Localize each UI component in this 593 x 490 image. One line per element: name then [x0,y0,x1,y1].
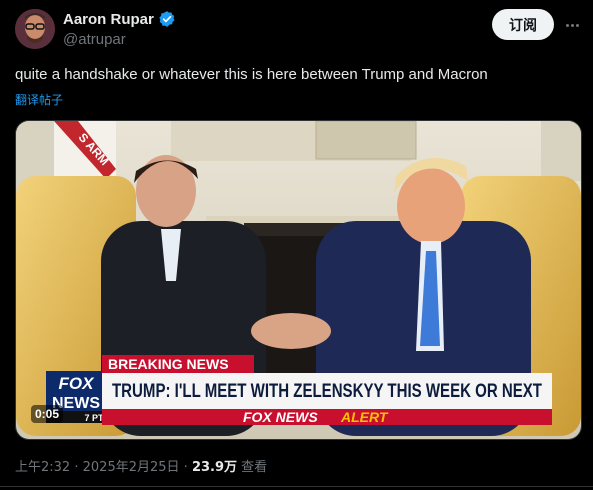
alert-bar [102,409,552,425]
post-date[interactable]: 2025年2月25日 [83,460,180,475]
post-time[interactable]: 上午2:32 [15,460,70,475]
translate-post-link[interactable]: 翻译帖子 [15,91,63,108]
meta-separator: · [74,460,79,475]
divider [0,486,593,487]
author-name-row: Aaron Rupar [63,10,176,28]
svg-text:FOX: FOX [59,374,96,393]
svg-text:ALERT: ALERT [340,409,389,425]
more-icon[interactable] [561,14,583,36]
subscribe-button[interactable]: 订阅 [492,9,554,40]
views-count: 23.9万 [191,460,238,475]
tweet-text: quite a handshake or whatever this is he… [15,66,488,83]
avatar[interactable] [15,9,55,49]
post-metadata: 上午2:32 · 2025年2月25日 · 23.9万 查看 [15,456,267,475]
verified-badge-icon [158,10,176,28]
meta-separator-2: · [183,460,188,475]
views-label: 查看 [241,460,268,475]
author-display-name[interactable]: Aaron Rupar [63,11,154,28]
svg-text:7 PT: 7 PT [84,413,104,423]
author-handle[interactable]: @atrupar [63,31,126,48]
headline-text: TRUMP: I'LL MEET WITH ZELENSKYY THIS WEE… [112,381,542,402]
svg-text:FOX NEWS: FOX NEWS [243,409,318,425]
svg-text:BREAKING NEWS: BREAKING NEWS [108,356,229,372]
video-duration: 0:05 [31,405,64,423]
video-player[interactable]: S ARM FOX NEWS 7 PT BREAKING NEWS TRUMP:… [15,120,582,440]
